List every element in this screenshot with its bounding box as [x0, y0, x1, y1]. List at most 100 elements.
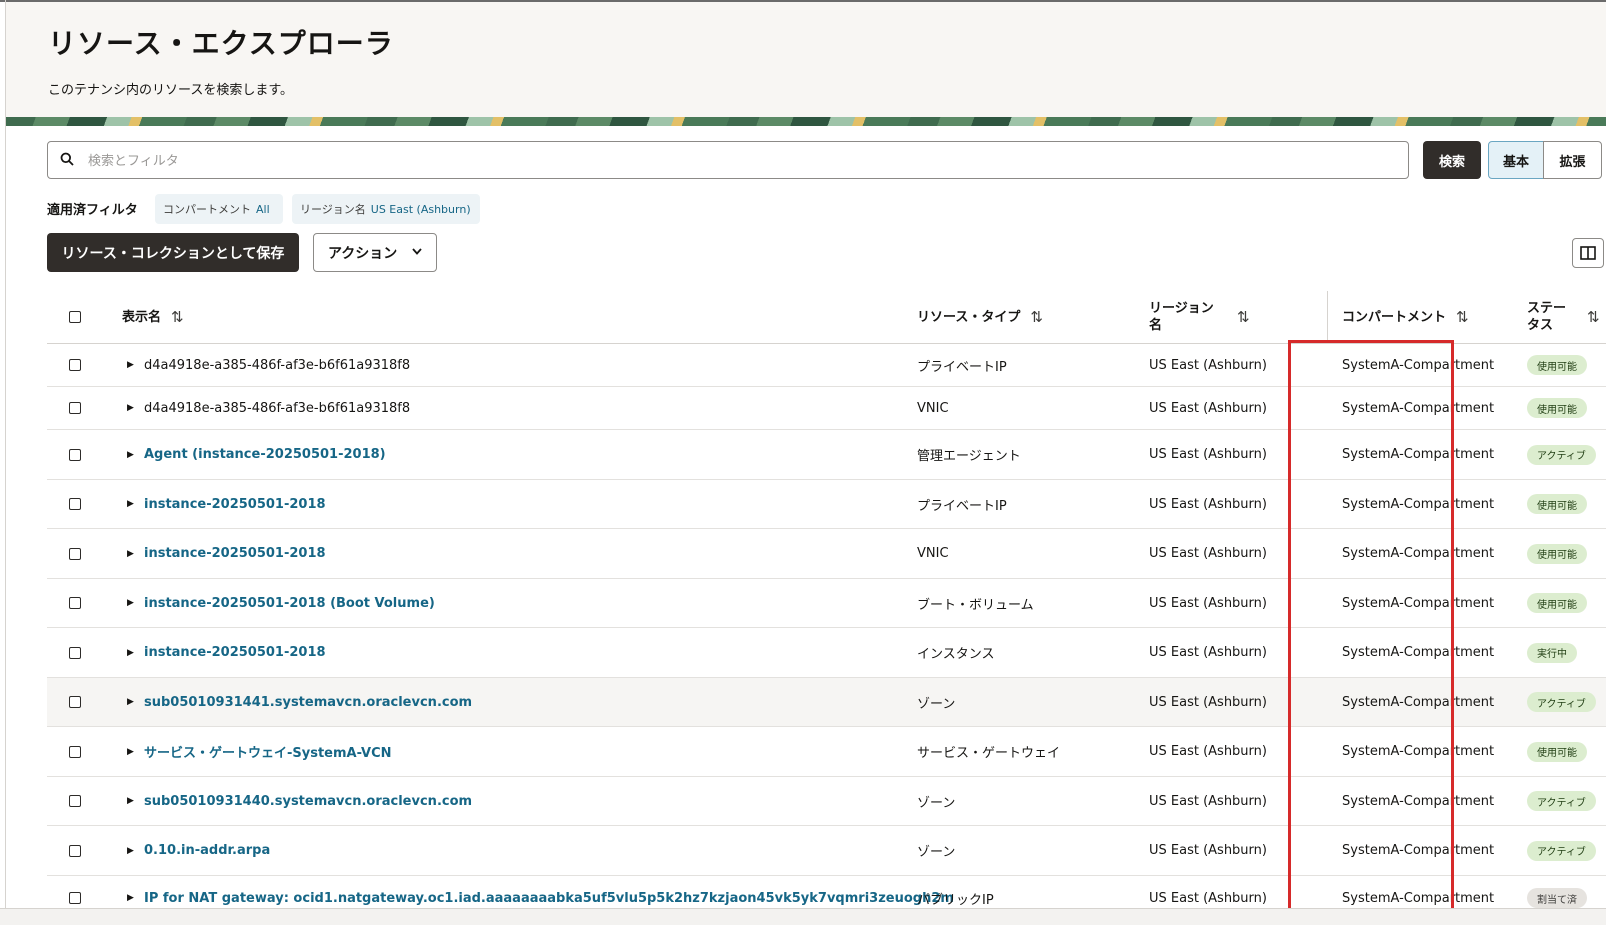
resource-type: ゾーン [917, 795, 956, 811]
expand-row-icon[interactable]: ▶ [127, 480, 137, 528]
column-header-label: コンパートメント [1342, 309, 1447, 325]
mode-extended-toggle[interactable]: 拡張 [1543, 141, 1602, 179]
row-checkbox[interactable] [69, 795, 81, 807]
filter-chip-value: US East (Ashburn) [370, 202, 471, 216]
actions-dropdown[interactable]: アクション [313, 233, 437, 272]
row-checkbox[interactable] [69, 745, 81, 758]
status-cell: 実行中 [1527, 628, 1606, 677]
status-badge: アクティブ [1527, 444, 1596, 465]
resource-type: ゾーン [917, 845, 956, 860]
row-checkbox[interactable] [69, 646, 81, 659]
status-cell: アクティブ [1527, 430, 1606, 479]
expand-row-icon[interactable]: ▶ [127, 628, 137, 677]
decorative-banner [6, 117, 1606, 126]
resource-name: d4a4918e-a385-486f-af3e-b6f61a9318f8 [144, 400, 411, 416]
expand-row-icon[interactable]: ▶ [127, 344, 137, 386]
row-checkbox[interactable] [69, 498, 81, 510]
row-checkbox-cell [69, 628, 89, 677]
column-header-compartment[interactable]: コンパートメント ⇅ [1342, 291, 1517, 343]
resource-type: サービス・ゲートウェイ [917, 746, 1061, 761]
region-name: US East (Ashburn) [1149, 546, 1267, 561]
column-header-name[interactable]: 表示名 ⇅ [122, 291, 422, 343]
sort-icon[interactable]: ⇅ [1456, 308, 1469, 326]
resource-name[interactable]: instance-20250501-2018 [144, 480, 954, 528]
resource-type: VNIC [917, 546, 949, 561]
column-header-status[interactable]: ステー タス ⇅ [1527, 291, 1606, 343]
resource-name[interactable]: instance-20250501-2018 (Boot Volume) [144, 579, 954, 627]
expand-row-icon[interactable]: ▶ [127, 678, 137, 726]
resource-name[interactable]: サービス・ゲートウェイ-SystemA-VCN [144, 727, 954, 776]
row-checkbox[interactable] [69, 547, 81, 560]
row-checkbox[interactable] [69, 402, 81, 414]
resource-name[interactable]: Agent (instance-20250501-2018) [144, 430, 954, 479]
resource-name[interactable]: instance-20250501-2018 [144, 628, 954, 677]
expand-row-icon[interactable]: ▶ [127, 529, 137, 578]
search-button[interactable]: 検索 [1423, 141, 1481, 179]
expand-row-icon[interactable]: ▶ [127, 387, 137, 429]
region-name: US East (Ashburn) [1149, 793, 1267, 809]
search-box[interactable] [47, 141, 1409, 179]
status-badge: 使用可能 [1527, 741, 1587, 762]
column-divider [1327, 291, 1328, 343]
page-title: リソース・エクスプローラ [48, 27, 394, 60]
column-header-label: ステー タス [1527, 301, 1567, 333]
column-header-type[interactable]: リソース・タイプ ⇅ [917, 291, 1137, 343]
highlight-box [1288, 340, 1454, 920]
expand-row-icon[interactable]: ▶ [127, 826, 137, 875]
page-subtitle: このテナンシ内のリソースを検索します。 [48, 83, 294, 98]
resource-type: VNIC [917, 400, 949, 416]
expand-row-icon[interactable]: ▶ [127, 430, 137, 479]
sort-icon[interactable]: ⇅ [1587, 308, 1600, 326]
resource-name[interactable]: sub05010931440.systemavcn.oraclevcn.com [144, 777, 954, 825]
row-checkbox-cell [69, 826, 89, 875]
row-checkbox[interactable] [69, 597, 81, 609]
filter-chip-compartment[interactable]: コンパートメント All [155, 194, 283, 224]
applied-filters-label: 適用済フィルタ [47, 203, 138, 218]
status-badge: アクティブ [1527, 840, 1596, 861]
bottom-scrollbar[interactable] [0, 908, 1606, 925]
expand-row-icon[interactable]: ▶ [127, 777, 137, 825]
expand-row-icon[interactable]: ▶ [127, 579, 137, 627]
row-checkbox-cell [69, 430, 89, 479]
row-checkbox-cell [69, 579, 89, 627]
filter-chip-value: All [256, 202, 270, 216]
row-checkbox-cell [69, 480, 89, 528]
mode-basic-toggle[interactable]: 基本 [1488, 141, 1544, 179]
row-checkbox-cell [69, 529, 89, 578]
save-as-collection-button[interactable]: リソース・コレクションとして保存 [47, 233, 299, 272]
actions-dropdown-label: アクション [328, 245, 398, 262]
row-checkbox[interactable] [69, 844, 81, 857]
status-cell: アクティブ [1527, 777, 1606, 825]
row-checkbox[interactable] [69, 696, 81, 708]
columns-icon [1580, 246, 1596, 260]
region-name: US East (Ashburn) [1149, 595, 1267, 611]
status-cell: 使用可能 [1527, 344, 1606, 386]
filter-chip-name: コンパートメント [163, 203, 251, 216]
search-input[interactable] [86, 148, 1390, 174]
select-all-checkbox[interactable] [69, 311, 81, 323]
column-settings-button[interactable] [1572, 238, 1604, 268]
status-cell: アクティブ [1527, 678, 1606, 726]
status-badge: アクティブ [1527, 791, 1596, 811]
row-checkbox[interactable] [69, 359, 81, 371]
select-all-cell [69, 291, 89, 343]
resource-type: ゾーン [917, 696, 956, 712]
status-badge: 実行中 [1527, 642, 1577, 663]
resource-name[interactable]: sub05010931441.systemavcn.oraclevcn.com [144, 678, 954, 726]
row-checkbox[interactable] [69, 448, 81, 461]
sort-icon[interactable]: ⇅ [1237, 308, 1250, 326]
left-rule [5, 0, 6, 924]
resource-name[interactable]: instance-20250501-2018 [144, 529, 954, 578]
filter-chip-region[interactable]: リージョン名 US East (Ashburn) [292, 194, 480, 224]
resource-name[interactable]: 0.10.in-addr.arpa [144, 826, 954, 875]
column-header-region[interactable]: リージョン 名 ⇅ [1149, 291, 1299, 343]
expand-row-icon[interactable]: ▶ [127, 727, 137, 776]
region-name: US East (Ashburn) [1149, 357, 1267, 373]
sort-icon[interactable]: ⇅ [171, 308, 184, 326]
column-header-label: リソース・タイプ [917, 309, 1021, 325]
sort-icon[interactable]: ⇅ [1030, 308, 1043, 326]
region-name: US East (Ashburn) [1149, 400, 1267, 416]
region-name: US East (Ashburn) [1149, 744, 1267, 759]
resource-type: インスタンス [917, 647, 995, 662]
row-checkbox[interactable] [69, 892, 81, 904]
